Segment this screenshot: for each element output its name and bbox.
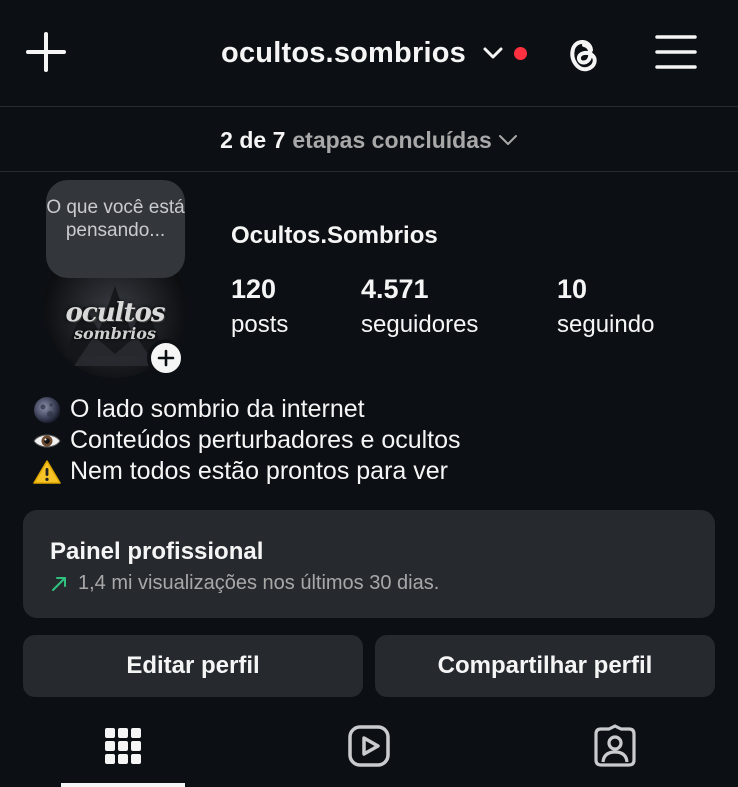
divider bbox=[0, 106, 738, 107]
stat-label: posts bbox=[231, 311, 289, 338]
onboarding-steps[interactable]: 2 de 7 etapas concluídas bbox=[0, 120, 738, 160]
tab-tagged[interactable] bbox=[580, 718, 650, 774]
steps-count: 2 de 7 bbox=[220, 126, 286, 153]
eye-icon bbox=[32, 426, 62, 456]
stat-value: 4.571 bbox=[361, 274, 429, 304]
stat-label: seguindo bbox=[557, 311, 655, 338]
trend-up-arrow-icon bbox=[52, 576, 66, 591]
notification-dot bbox=[513, 46, 527, 60]
add-story-button[interactable] bbox=[147, 339, 185, 377]
bio-line: O lado sombrio da internet bbox=[32, 394, 712, 425]
plus-icon bbox=[157, 349, 175, 367]
active-tab-indicator bbox=[61, 783, 185, 787]
tab-grid[interactable] bbox=[88, 718, 158, 774]
share-profile-button[interactable]: Compartilhar perfil bbox=[375, 635, 715, 697]
panel-subtitle: 1,4 mi visualizações nos últimos 30 dias… bbox=[50, 572, 439, 595]
tagged-person-icon bbox=[594, 724, 636, 767]
panel-subtitle-text: 1,4 mi visualizações nos últimos 30 dias… bbox=[78, 572, 440, 594]
stat-value: 10 bbox=[557, 274, 588, 304]
steps-label: etapas concluídas bbox=[292, 126, 492, 153]
stat-followers[interactable]: 4.571 seguidores bbox=[361, 274, 478, 339]
username[interactable]: ocultos.sombrios bbox=[221, 37, 466, 70]
divider bbox=[0, 171, 738, 172]
note-bubble[interactable]: O que você está pensando... bbox=[46, 180, 185, 278]
warning-icon bbox=[32, 457, 62, 487]
stat-posts[interactable]: 120 posts bbox=[231, 274, 288, 339]
dark-moon-icon bbox=[32, 395, 62, 425]
panel-title: Painel profissional bbox=[50, 538, 264, 565]
tab-reels[interactable] bbox=[334, 718, 404, 774]
bio: O lado sombrio da internet Conteúdos per… bbox=[32, 394, 712, 487]
stat-following[interactable]: 10 seguindo bbox=[557, 274, 654, 339]
bio-text: O lado sombrio da internet bbox=[70, 395, 365, 423]
grid-icon bbox=[105, 728, 141, 764]
display-name: Ocultos.Sombrios bbox=[231, 222, 438, 249]
bio-text: Conteúdos perturbadores e ocultos bbox=[70, 426, 461, 454]
bio-line: Nem todos estão prontos para ver bbox=[32, 456, 712, 487]
bio-text: Nem todos estão prontos para ver bbox=[70, 457, 448, 485]
chevron-down-icon bbox=[498, 135, 517, 145]
chevron-down-icon[interactable] bbox=[482, 46, 504, 60]
hamburger-menu-icon bbox=[655, 35, 697, 69]
threads-button[interactable] bbox=[560, 30, 606, 76]
menu-button[interactable] bbox=[653, 32, 699, 72]
reels-icon bbox=[348, 725, 390, 767]
professional-dashboard[interactable]: Painel profissional 1,4 mi visualizações… bbox=[23, 510, 715, 618]
bio-line: Conteúdos perturbadores e ocultos bbox=[32, 425, 712, 456]
stat-value: 120 bbox=[231, 274, 277, 304]
edit-profile-button[interactable]: Editar perfil bbox=[23, 635, 363, 697]
stat-label: seguidores bbox=[361, 311, 479, 338]
account-switcher[interactable]: ocultos.sombrios bbox=[0, 33, 738, 73]
threads-icon bbox=[570, 40, 597, 72]
